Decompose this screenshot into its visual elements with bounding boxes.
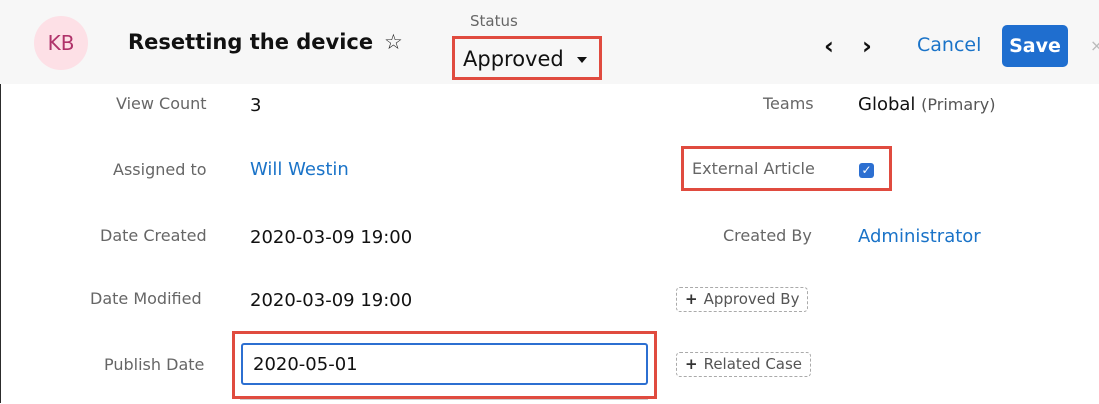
date-modified-value: 2020-03-09 19:00 bbox=[250, 290, 413, 311]
date-modified-label: Date Modified bbox=[90, 289, 202, 308]
view-count-label: View Count bbox=[116, 94, 207, 113]
close-icon[interactable]: × bbox=[1090, 36, 1099, 55]
view-count-value: 3 bbox=[250, 95, 262, 116]
publish-date-input[interactable] bbox=[241, 343, 648, 385]
teams-value: Global (Primary) bbox=[858, 94, 995, 115]
left-border bbox=[0, 84, 1, 403]
publish-date-label: Publish Date bbox=[104, 355, 205, 374]
cancel-button[interactable]: Cancel bbox=[917, 34, 981, 56]
external-article-label: External Article bbox=[692, 159, 815, 178]
related-case-label: Related Case bbox=[703, 355, 803, 373]
add-related-case-button[interactable]: + Related Case bbox=[676, 352, 812, 377]
save-button[interactable]: Save bbox=[1002, 25, 1068, 67]
created-by-label: Created By bbox=[723, 226, 812, 245]
caret-down-icon bbox=[577, 57, 587, 63]
plus-icon: + bbox=[685, 355, 698, 373]
status-label: Status bbox=[470, 12, 518, 30]
chevron-right-icon[interactable]: › bbox=[862, 32, 872, 60]
approved-by-label: Approved By bbox=[703, 290, 800, 308]
assigned-to-link[interactable]: Will Westin bbox=[250, 159, 349, 180]
external-article-highlight: External Article ✓ bbox=[681, 146, 892, 191]
date-created-label: Date Created bbox=[100, 226, 207, 245]
teams-name: Global bbox=[858, 94, 916, 115]
created-by-link[interactable]: Administrator bbox=[858, 226, 981, 247]
datepicker-edge bbox=[240, 399, 648, 404]
status-value: Approved bbox=[463, 47, 564, 71]
record-title: Resetting the device bbox=[128, 30, 374, 54]
external-article-checkbox[interactable]: ✓ bbox=[859, 163, 874, 178]
star-icon[interactable]: ☆ bbox=[384, 30, 403, 54]
plus-icon: + bbox=[685, 290, 698, 308]
status-dropdown[interactable]: Approved bbox=[452, 36, 602, 80]
avatar[interactable]: KB bbox=[34, 16, 88, 70]
date-created-value: 2020-03-09 19:00 bbox=[250, 227, 413, 248]
record-header: KB Resetting the device ☆ Status Approve… bbox=[0, 0, 1099, 84]
add-approved-by-button[interactable]: + Approved By bbox=[676, 287, 809, 312]
teams-primary-tag: (Primary) bbox=[921, 95, 996, 114]
publish-date-highlight bbox=[232, 331, 657, 399]
teams-label: Teams bbox=[763, 94, 814, 113]
assigned-to-label: Assigned to bbox=[113, 160, 207, 179]
chevron-left-icon[interactable]: ‹ bbox=[824, 32, 834, 60]
